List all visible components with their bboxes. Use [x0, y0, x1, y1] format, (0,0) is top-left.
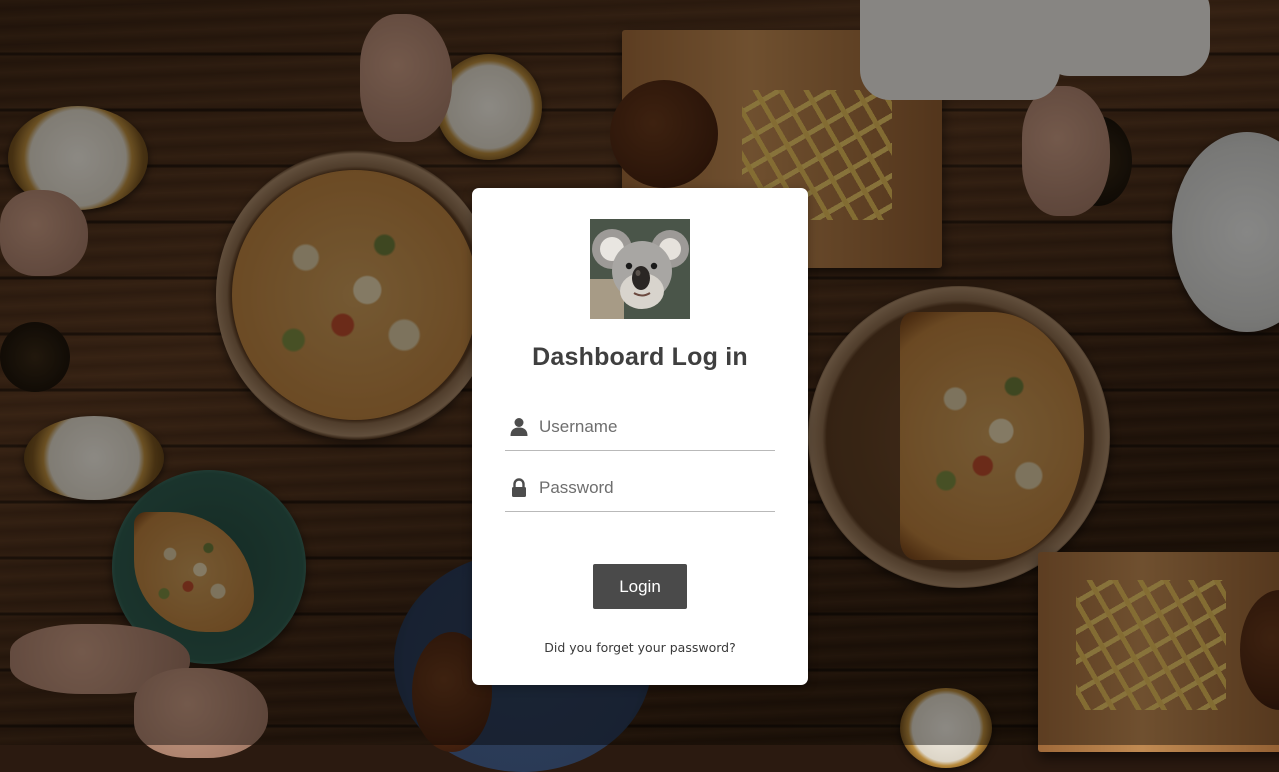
password-input[interactable] — [539, 471, 769, 505]
forgot-password-link[interactable]: Did you forget your password? — [472, 640, 808, 655]
lock-icon — [509, 478, 529, 498]
username-field — [505, 406, 775, 451]
koala-avatar — [590, 219, 690, 319]
koala-icon — [590, 219, 690, 319]
page-title: Dashboard Log in — [532, 343, 748, 371]
user-icon — [509, 417, 529, 437]
login-card: Dashboard Log in Login Did you forget yo… — [472, 188, 808, 685]
password-field — [505, 467, 775, 512]
login-button[interactable]: Login — [593, 564, 687, 609]
username-input[interactable] — [539, 410, 769, 444]
